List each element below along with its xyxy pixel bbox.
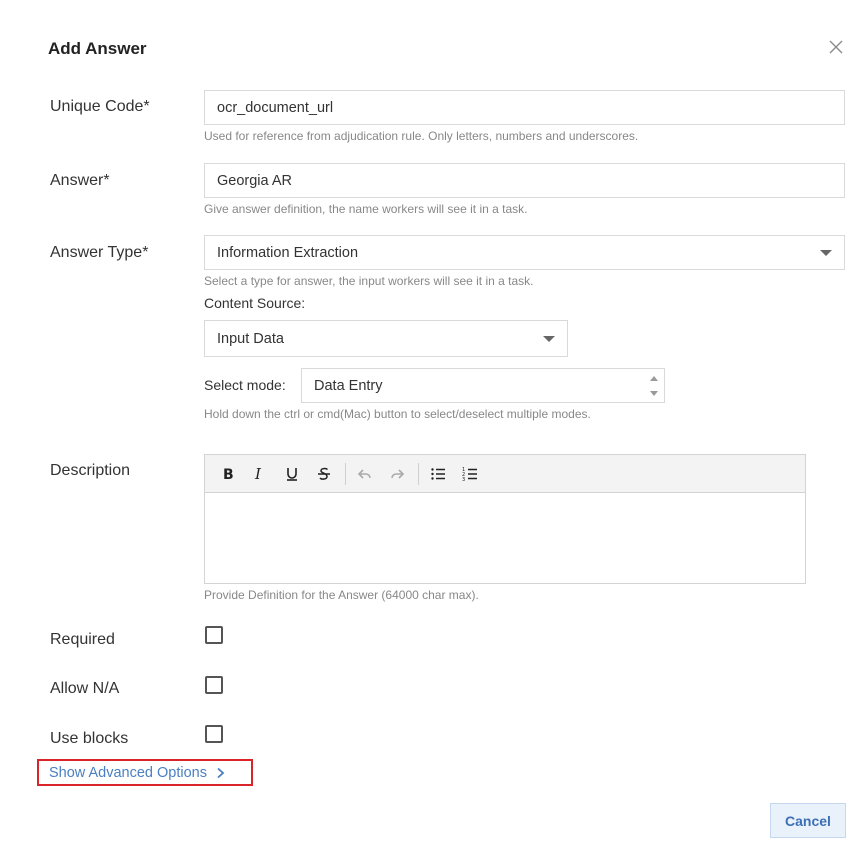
content-source-label: Content Source: [204,295,306,311]
description-label: Description [50,462,131,479]
description-hint: Provide Definition for the Answer (64000… [204,588,479,602]
svg-text:B: B [223,467,234,482]
answer-type-value: Information Extraction [217,244,359,261]
unique-code-label: Unique Code* [50,98,150,115]
required-checkbox[interactable] [205,626,223,644]
answer-type-label: Answer Type* [50,244,149,261]
content-source-value: Input Data [217,330,284,347]
chevron-right-icon [216,767,225,779]
undo-icon[interactable] [352,461,378,487]
description-editor[interactable] [204,492,806,584]
select-mode-value: Data Entry [314,377,383,394]
bullet-list-icon[interactable] [425,461,451,487]
numbered-list-icon[interactable]: 123 [457,461,483,487]
bold-icon[interactable]: B [215,461,241,487]
allow-na-label: Allow N/A [50,680,120,697]
select-mode-listbox[interactable]: Data Entry [301,368,665,403]
close-icon[interactable] [826,37,846,57]
strikethrough-icon[interactable] [311,461,337,487]
select-mode-label: Select mode: [204,377,286,393]
svg-text:I: I [254,466,262,482]
answer-type-hint: Select a type for answer, the input work… [204,274,534,288]
redo-icon[interactable] [384,461,410,487]
cancel-button[interactable]: Cancel [770,803,846,838]
show-advanced-options-link[interactable]: Show Advanced Options [49,765,225,781]
chevron-down-icon [543,336,555,342]
content-source-select[interactable]: Input Data [204,320,568,357]
svg-text:3: 3 [462,477,465,482]
allow-na-checkbox[interactable] [205,676,223,694]
editor-toolbar: B I 123 [204,454,806,492]
unique-code-input[interactable] [204,90,845,125]
scroll-arrows-icon[interactable] [648,372,660,400]
toolbar-divider [345,462,346,485]
use-blocks-label: Use blocks [50,730,129,747]
answer-input[interactable] [204,163,845,198]
unique-code-hint: Used for reference from adjudication rul… [204,129,639,143]
underline-icon[interactable] [279,461,305,487]
toolbar-divider [418,462,419,485]
select-mode-hint: Hold down the ctrl or cmd(Mac) button to… [204,407,591,421]
answer-label: Answer* [50,172,110,189]
answer-type-select[interactable]: Information Extraction [204,235,845,270]
answer-hint: Give answer definition, the name workers… [204,202,528,216]
chevron-down-icon [820,250,832,256]
dialog-title: Add Answer [48,39,147,58]
use-blocks-checkbox[interactable] [205,725,223,743]
advanced-options-highlight: Show Advanced Options [37,759,253,786]
required-label: Required [50,631,115,648]
show-advanced-options-label: Show Advanced Options [49,764,207,781]
italic-icon[interactable]: I [247,461,273,487]
